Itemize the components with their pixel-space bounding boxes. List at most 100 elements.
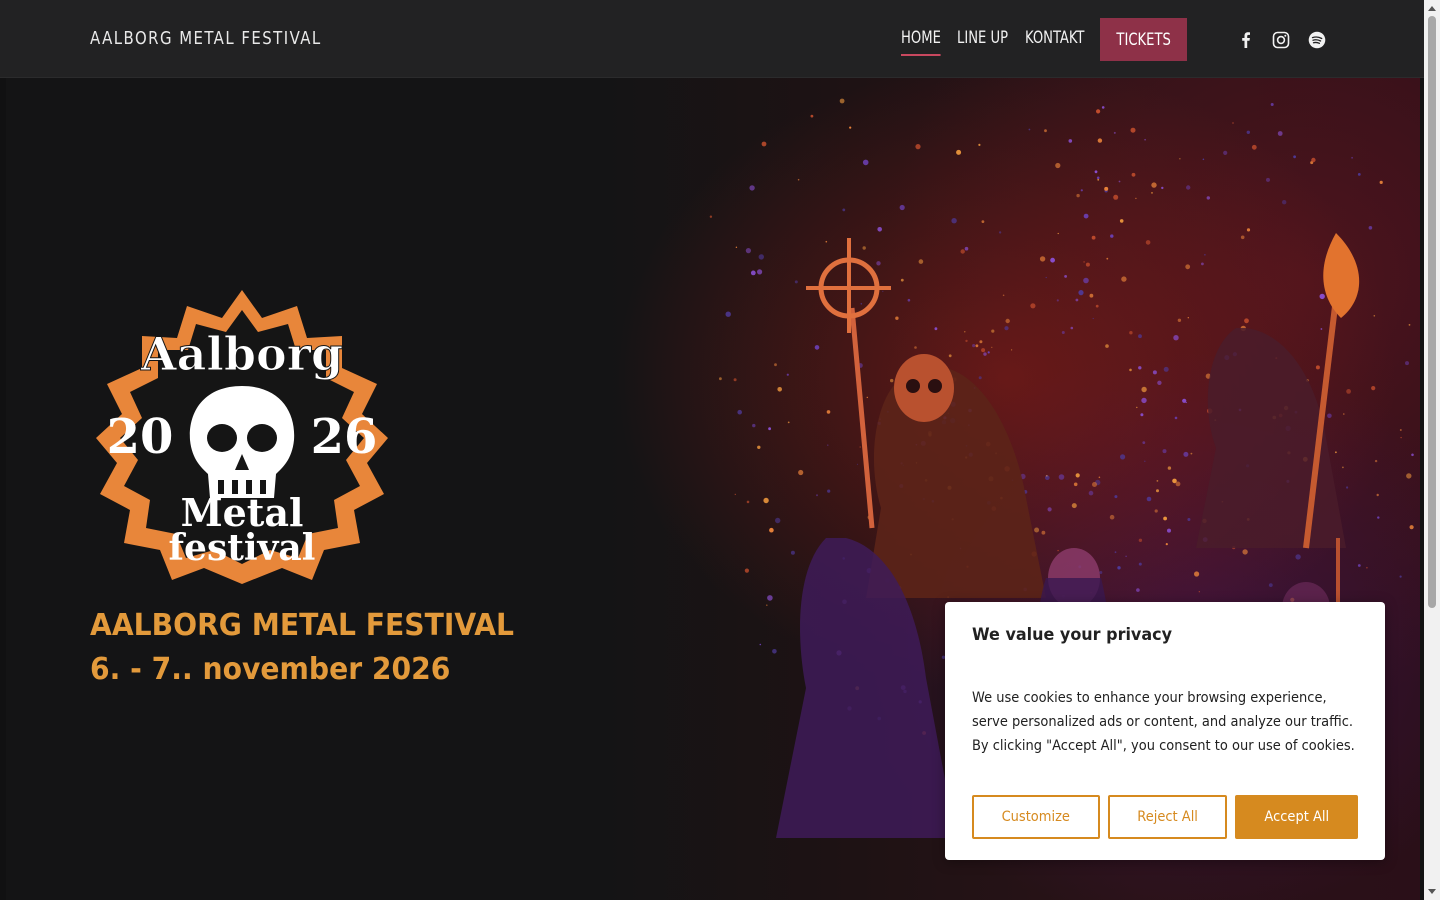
spark-particle xyxy=(981,220,985,224)
spark-particle xyxy=(1136,588,1140,592)
spark-particle xyxy=(1089,293,1094,298)
spark-particle xyxy=(1376,493,1379,497)
spark-particle xyxy=(1138,334,1142,339)
accept-all-button[interactable]: Accept All xyxy=(1235,795,1358,839)
spark-particle xyxy=(915,144,921,150)
spark-particle xyxy=(1091,235,1096,240)
spark-particle xyxy=(1088,490,1094,496)
page-scrollbar[interactable] xyxy=(1424,0,1440,900)
spark-particle xyxy=(1141,397,1147,404)
spark-particle xyxy=(856,463,859,465)
spark-particle xyxy=(983,352,987,356)
spark-particle xyxy=(991,346,993,348)
spark-particle xyxy=(774,363,777,367)
spark-particle xyxy=(1041,530,1046,535)
spark-particle xyxy=(1119,219,1124,223)
spark-particle xyxy=(900,278,904,282)
spark-particle xyxy=(1138,366,1142,370)
spark-particle xyxy=(1232,122,1234,124)
nav-item-kontakt[interactable]: KONTAKT xyxy=(1025,28,1084,48)
logo-text-year-right: 26 xyxy=(311,409,378,465)
spark-particle xyxy=(978,143,981,146)
spark-particle xyxy=(1295,554,1301,560)
spark-particle xyxy=(1118,180,1121,183)
spark-particle xyxy=(1270,103,1274,106)
facebook-icon[interactable] xyxy=(1236,30,1256,50)
spark-particle xyxy=(839,98,845,104)
spark-particle xyxy=(972,344,976,348)
spark-particle xyxy=(1092,482,1097,487)
scroll-down-arrow-icon[interactable] xyxy=(1428,889,1436,894)
spark-particle xyxy=(1094,170,1098,174)
spark-particle xyxy=(1109,514,1115,520)
spark-particle xyxy=(1076,193,1080,198)
spark-particle xyxy=(1185,401,1187,404)
spark-particle xyxy=(1174,416,1178,420)
spark-particle xyxy=(1068,139,1073,143)
site-header: AALBORG METAL FESTIVAL HOME LINE UP KONT… xyxy=(0,0,1424,78)
spark-particle xyxy=(1293,155,1296,159)
spark-particle xyxy=(1039,256,1046,262)
spark-particle xyxy=(737,409,742,415)
scroll-up-arrow-icon[interactable] xyxy=(1428,6,1436,11)
spark-particle xyxy=(794,280,798,284)
spark-particle xyxy=(1083,261,1085,263)
spark-particle xyxy=(964,246,969,251)
spark-particle xyxy=(849,126,852,129)
tickets-button[interactable]: TICKETS xyxy=(1100,18,1187,61)
spark-particle xyxy=(750,270,756,276)
spark-particle xyxy=(1399,575,1402,578)
spark-particle xyxy=(1162,449,1167,454)
scrollbar-thumb[interactable] xyxy=(1428,16,1436,608)
spark-particle xyxy=(1223,150,1228,155)
spark-particle xyxy=(877,227,882,232)
spark-particle xyxy=(1114,495,1118,499)
site-title[interactable]: AALBORG METAL FESTIVAL xyxy=(90,28,322,49)
spark-particle xyxy=(1161,186,1164,190)
spark-particle xyxy=(1140,413,1144,417)
spark-particle xyxy=(1071,503,1077,509)
spark-particle xyxy=(1055,162,1061,169)
spark-particle xyxy=(1034,527,1040,533)
spark-particle xyxy=(842,208,846,212)
spark-particle xyxy=(763,497,769,504)
spark-particle xyxy=(1277,131,1283,136)
spark-particle xyxy=(1095,304,1099,308)
spark-particle xyxy=(948,354,952,358)
spark-particle xyxy=(1045,475,1050,481)
spark-particle xyxy=(744,568,750,573)
spark-particle xyxy=(1156,489,1159,493)
spark-particle xyxy=(1113,131,1116,134)
nav-item-home[interactable]: HOME xyxy=(901,28,942,56)
spark-particle xyxy=(1246,130,1251,134)
spark-particle xyxy=(1154,509,1158,513)
logo-text-aalborg: Aalborg xyxy=(140,327,343,381)
spark-particle xyxy=(934,327,938,331)
spark-particle xyxy=(749,185,755,191)
hero-date: 6. - 7.. november 2026 xyxy=(90,652,451,687)
spark-particle xyxy=(1373,315,1376,317)
spark-particle xyxy=(1165,543,1168,546)
spark-particle xyxy=(1156,480,1159,482)
spark-particle xyxy=(816,494,818,497)
instagram-icon[interactable] xyxy=(1271,30,1291,50)
spark-particle xyxy=(757,445,761,449)
spark-particle xyxy=(991,329,995,333)
spark-particle xyxy=(725,311,731,317)
spark-particle xyxy=(1047,507,1052,512)
spark-particle xyxy=(1129,368,1132,372)
spark-particle xyxy=(1163,516,1167,521)
spark-particle xyxy=(1408,324,1411,326)
spark-particle xyxy=(1335,451,1337,454)
spotify-icon[interactable] xyxy=(1307,30,1327,50)
spark-particle xyxy=(1146,496,1152,502)
spark-particle xyxy=(1144,138,1146,141)
nav-item-line-up[interactable]: LINE UP xyxy=(957,28,1008,48)
hero-title: AALBORG METAL FESTIVAL xyxy=(90,608,515,643)
customize-button[interactable]: Customize xyxy=(972,795,1100,839)
spark-particle xyxy=(918,259,924,264)
spark-particle xyxy=(1379,180,1383,184)
reject-all-button[interactable]: Reject All xyxy=(1108,795,1227,839)
spark-particle xyxy=(826,410,831,414)
spark-particle xyxy=(1073,482,1078,487)
